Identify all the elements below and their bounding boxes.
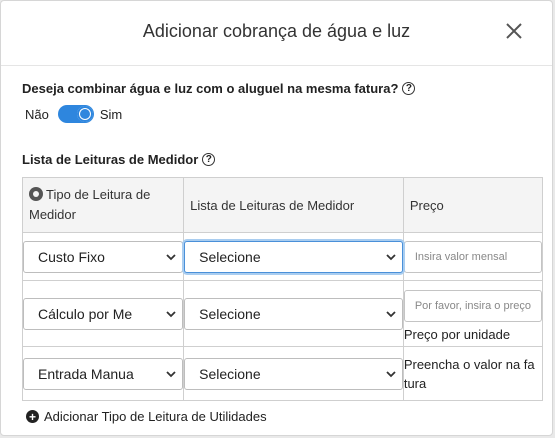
type-cell: Entrada Manua xyxy=(21,346,185,401)
table-header-row: Tipo de Leitura de Medidor Lista de Leit… xyxy=(21,177,544,233)
dialog-header: Adicionar cobrança de água e luz xyxy=(1,1,552,66)
list-cell: Selecione xyxy=(183,346,404,401)
list-cell: Selecione xyxy=(183,280,404,347)
manual-entry-note-line1: Preencha o valor na fa xyxy=(403,356,535,372)
price-input[interactable]: Por favor, insira o preço xyxy=(403,289,542,322)
price-unit-note: Preço por unidade xyxy=(403,326,511,342)
list-cell: Selecione xyxy=(183,232,404,281)
close-icon[interactable] xyxy=(502,19,526,43)
price-cell: Por favor, insira o preço Preço por unid… xyxy=(402,280,544,347)
reading-list-select[interactable]: Selecione xyxy=(184,297,403,330)
reading-list-select[interactable]: Selecione xyxy=(184,240,403,273)
select-value: Entrada Manua xyxy=(38,365,134,382)
toggle-off-label: Não xyxy=(25,106,49,122)
chevron-down-icon xyxy=(386,370,396,377)
column-header-list: Lista de Leituras de Medidor xyxy=(183,177,404,233)
type-cell: Custo Fixo xyxy=(21,232,185,281)
chevron-down-icon xyxy=(166,253,176,260)
chevron-down-icon xyxy=(166,370,176,377)
select-value: Cálculo por Me xyxy=(38,305,133,322)
question-circle-icon[interactable]: ? xyxy=(202,153,216,166)
chevron-down-icon xyxy=(386,310,396,317)
combine-question-label: Deseja combinar água e luz com o aluguel… xyxy=(22,81,399,96)
combine-question: Deseja combinar água e luz com o aluguel… xyxy=(22,81,416,96)
combine-toggle-row: Não Sim xyxy=(25,105,122,123)
question-circle-icon[interactable]: ? xyxy=(402,82,416,95)
reading-type-select[interactable]: Entrada Manua xyxy=(23,357,184,390)
reading-list-select[interactable]: Selecione xyxy=(184,357,403,390)
table-row: Custo Fixo Selecione Insira valor mensal xyxy=(21,232,544,281)
price-cell: Insira valor mensal xyxy=(402,232,544,281)
dialog-title: Adicionar cobrança de água e luz xyxy=(142,21,411,41)
reading-type-select[interactable]: Custo Fixo xyxy=(23,240,184,273)
select-value: Selecione xyxy=(199,365,261,382)
plus-circle-icon: + xyxy=(26,410,39,423)
price-cell: Preencha o valor na fa tura xyxy=(402,346,544,401)
column-header-type-label: Tipo de Leitura de Medidor xyxy=(29,187,151,222)
chevron-down-icon xyxy=(166,310,176,317)
type-cell: Cálculo por Me xyxy=(21,280,185,347)
readings-table: Tipo de Leitura de Medidor Lista de Leit… xyxy=(21,177,544,401)
settings-icon xyxy=(29,187,43,201)
readings-section-title: Lista de Leituras de Medidor ? xyxy=(22,152,216,167)
select-value: Selecione xyxy=(199,248,261,265)
toggle-on-label: Sim xyxy=(99,106,123,122)
manual-entry-note-line2: tura xyxy=(403,375,427,391)
add-reading-type-label: Adicionar Tipo de Leitura de Utilidades xyxy=(44,409,267,424)
column-header-price: Preço xyxy=(402,177,544,233)
table-row: Cálculo por Me Selecione Por favor, insi… xyxy=(21,280,544,347)
manual-entry-note: Preencha o valor na fa tura xyxy=(404,355,542,393)
select-value: Custo Fixo xyxy=(38,248,105,265)
column-header-type: Tipo de Leitura de Medidor xyxy=(21,177,185,233)
readings-title-label: Lista de Leituras de Medidor xyxy=(22,152,199,167)
select-value: Selecione xyxy=(199,305,261,322)
reading-type-select[interactable]: Cálculo por Me xyxy=(23,297,184,330)
price-input[interactable]: Insira valor mensal xyxy=(403,240,542,273)
utility-charge-dialog: Adicionar cobrança de água e luz Deseja … xyxy=(0,0,553,436)
toggle-knob xyxy=(76,106,93,122)
table-row: Entrada Manua Selecione Preencha o valor… xyxy=(21,346,544,401)
combine-toggle[interactable] xyxy=(57,105,94,123)
chevron-down-icon xyxy=(386,253,396,260)
add-reading-type-button[interactable]: + Adicionar Tipo de Leitura de Utilidade… xyxy=(26,409,267,424)
